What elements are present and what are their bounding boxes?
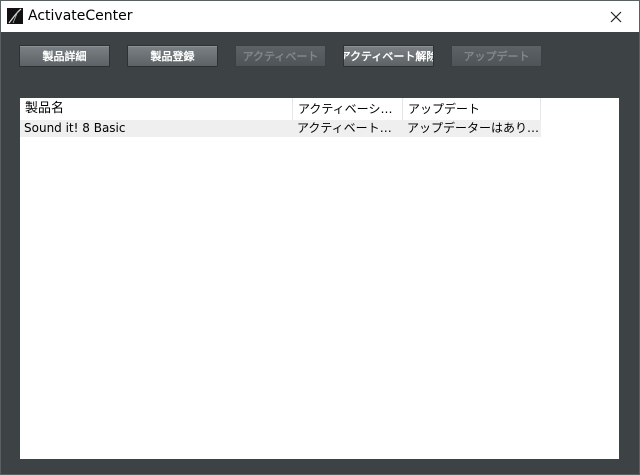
column-header-activation[interactable]: アクティベーション... <box>293 98 403 120</box>
title-bar[interactable]: ActivateCenter <box>1 1 639 32</box>
column-header-product-name[interactable]: 製品名 <box>20 98 293 120</box>
update-button[interactable]: アップデート <box>451 45 542 67</box>
close-button[interactable] <box>593 1 639 32</box>
product-name-cell: Sound it! 8 Basic <box>24 121 126 135</box>
close-icon <box>610 11 622 22</box>
activation-status-cell: アクティベート済み <box>297 121 403 135</box>
product-register-button[interactable]: 製品登録 <box>127 45 218 67</box>
deactivate-button[interactable]: アクティベート解除 <box>343 45 434 67</box>
list-header: 製品名 アクティベーション... アップデート <box>20 98 541 120</box>
update-status-cell: アップデーターはありま... <box>407 121 541 135</box>
product-list[interactable]: 製品名 アクティベーション... アップデート Sound it! 8 Basi… <box>20 98 619 459</box>
column-header-update[interactable]: アップデート <box>403 98 541 120</box>
window-title: ActivateCenter <box>28 8 133 24</box>
activate-button[interactable]: アクティベート <box>235 45 326 67</box>
list-item[interactable]: Sound it! 8 Basic アクティベート済み アップデーターはありま.… <box>20 120 541 137</box>
activate-center-window: ActivateCenter 製品詳細 製品登録 アクティベート アクティベート… <box>0 0 640 475</box>
app-logo-icon <box>7 8 23 24</box>
product-details-button[interactable]: 製品詳細 <box>19 45 110 67</box>
toolbar: 製品詳細 製品登録 アクティベート アクティベート解除 アップデート <box>1 32 639 92</box>
